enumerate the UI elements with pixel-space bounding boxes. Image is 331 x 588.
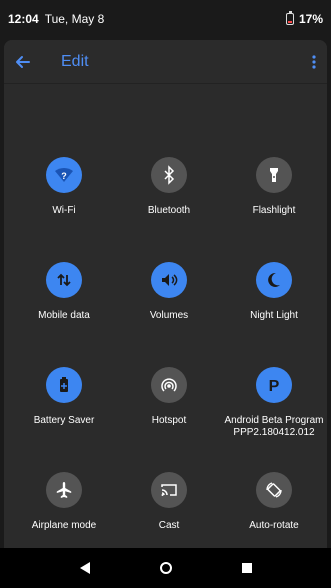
tile-cast[interactable]: Cast <box>116 472 222 532</box>
tile-icon-bg: ? <box>46 157 82 193</box>
tile-icon-bg <box>151 262 187 298</box>
toolbar: Edit <box>4 40 327 84</box>
volume-icon <box>162 274 178 286</box>
beta-program-icon: P <box>269 378 280 395</box>
tiles-grid: ? Wi-Fi Bluetooth Flashlight Mobile data… <box>4 83 327 548</box>
wifi-icon: ? <box>55 168 73 182</box>
tile-icon-bg <box>256 472 292 508</box>
nav-home-icon[interactable] <box>159 562 172 574</box>
page-title: Edit <box>61 52 89 70</box>
nav-recents-icon[interactable] <box>241 563 252 573</box>
tile-bluetooth[interactable]: Bluetooth <box>116 157 222 217</box>
cast-icon <box>161 484 177 496</box>
tile-icon-bg <box>151 472 187 508</box>
tile-label: Cast <box>158 520 180 531</box>
tile-night-light[interactable]: Night Light <box>221 262 327 322</box>
tile-icon-bg <box>151 367 187 403</box>
tile-label: Hotspot <box>151 415 187 426</box>
status-bar: 12:04 Tue, May 8 17% <box>0 0 331 38</box>
tile-label: Wi-Fi <box>52 205 76 216</box>
overflow-menu-button[interactable] <box>301 40 327 83</box>
tile-label: Android Beta Program <box>224 415 324 426</box>
auto-rotate-icon <box>266 482 282 498</box>
quick-settings-edit-panel: Edit ? Wi-Fi Bluetooth Flashlight Mobile… <box>4 40 327 548</box>
tile-icon-bg <box>46 262 82 298</box>
tile-sublabel: PPP2.180412.012 <box>233 427 315 438</box>
tile-label: Bluetooth <box>147 205 191 216</box>
tile-label: Flashlight <box>252 205 296 216</box>
battery-icon <box>285 11 294 25</box>
tile-auto-rotate[interactable]: Auto-rotate <box>221 472 327 532</box>
back-arrow-icon <box>16 55 30 68</box>
tile-icon-bg <box>46 367 82 403</box>
navigation-bar <box>0 548 331 588</box>
status-time: 12:04 <box>8 12 39 26</box>
mobile-data-icon <box>57 273 71 287</box>
tile-label: Night Light <box>250 310 298 321</box>
airplane-icon <box>56 482 72 498</box>
tile-wifi[interactable]: ? Wi-Fi <box>11 157 117 217</box>
tile-label: Mobile data <box>38 310 90 321</box>
tile-label: Battery Saver <box>33 415 95 426</box>
tile-hotspot[interactable]: Hotspot <box>116 367 222 427</box>
tile-mobile-data[interactable]: Mobile data <box>11 262 117 322</box>
battery-percentage: 17% <box>298 12 323 26</box>
status-right: 17% <box>285 11 323 26</box>
tile-label: Volumes <box>149 310 189 321</box>
flashlight-icon <box>270 168 278 182</box>
tile-airplane-mode[interactable]: Airplane mode <box>11 472 117 532</box>
tile-icon-bg: P <box>256 367 292 403</box>
bluetooth-icon <box>164 165 175 185</box>
tile-label: Airplane mode <box>31 520 97 531</box>
tile-icon-bg <box>151 157 187 193</box>
tile-icon-bg <box>46 472 82 508</box>
tile-flashlight[interactable]: Flashlight <box>221 157 327 217</box>
battery-saver-icon <box>60 377 68 392</box>
night-light-icon <box>268 272 280 287</box>
svg-text:?: ? <box>61 171 67 181</box>
tile-icon-bg <box>256 157 292 193</box>
svg-text:P: P <box>269 378 280 395</box>
nav-back-icon[interactable] <box>79 562 90 574</box>
tile-android-beta-program[interactable]: P Android Beta Program PPP2.180412.012 <box>221 367 327 439</box>
tile-volumes[interactable]: Volumes <box>116 262 222 322</box>
tile-icon-bg <box>256 262 292 298</box>
status-date: Tue, May 8 <box>44 12 105 26</box>
tile-battery-saver[interactable]: Battery Saver <box>11 367 117 427</box>
more-vert-icon <box>312 54 316 69</box>
tile-label: Auto-rotate <box>249 520 299 531</box>
status-left: 12:04 Tue, May 8 <box>8 12 104 26</box>
back-button[interactable] <box>4 40 42 83</box>
hotspot-icon <box>161 378 177 392</box>
